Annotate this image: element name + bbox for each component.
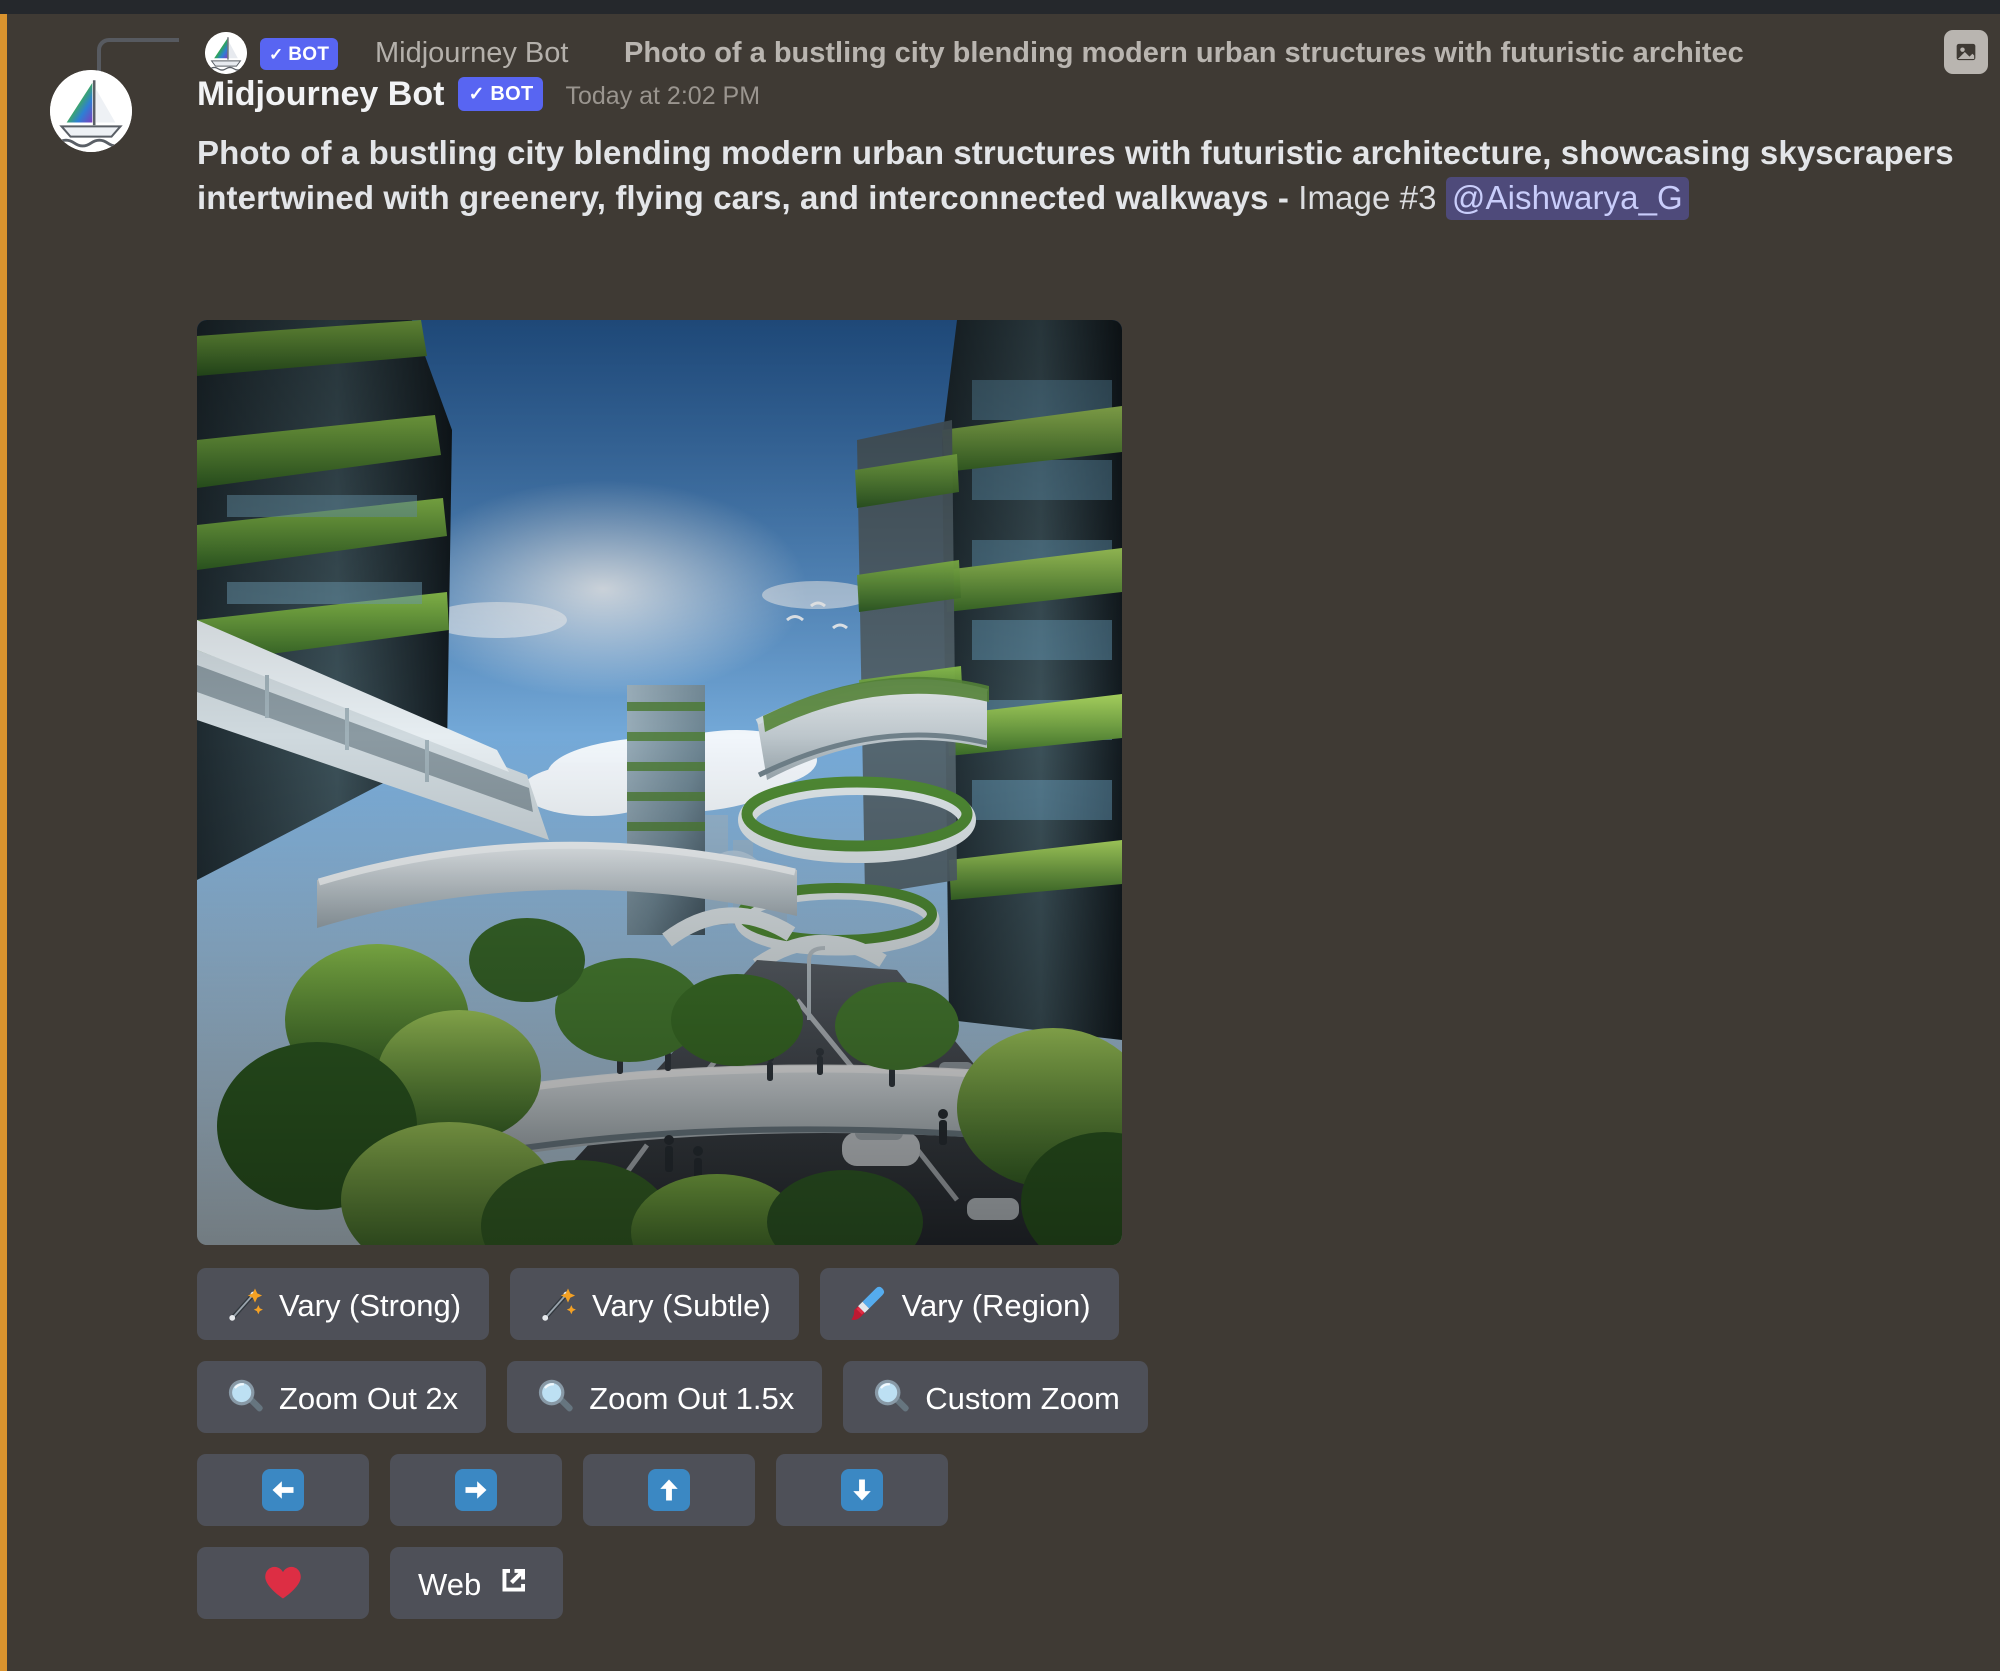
magic-wand-icon — [225, 1284, 265, 1324]
user-mention[interactable]: @Aishwarya_G — [1445, 177, 1689, 220]
zoom-out-1-5x-label: Zoom Out 1.5x — [589, 1380, 795, 1416]
arrow-left-icon — [262, 1469, 304, 1511]
verified-check-icon: ✓ — [269, 44, 284, 64]
pan-down-button[interactable] — [776, 1454, 948, 1526]
vary-region-button[interactable]: Vary (Region) — [819, 1268, 1119, 1340]
arrow-up-icon — [648, 1469, 690, 1511]
window-top-strip — [0, 0, 2000, 14]
web-label: Web — [418, 1566, 482, 1602]
author-name[interactable]: Midjourney Bot — [197, 77, 444, 111]
message-timestamp: Today at 2:02 PM — [565, 81, 761, 110]
vary-subtle-button[interactable]: Vary (Subtle) — [510, 1268, 799, 1340]
reply-avatar — [205, 32, 247, 74]
bot-badge-label: BOT — [490, 83, 534, 105]
vary-strong-label: Vary (Strong) — [279, 1287, 462, 1323]
vary-strong-button[interactable]: Vary (Strong) — [197, 1268, 490, 1340]
zoom-out-1-5x-button[interactable]: Zoom Out 1.5x — [507, 1361, 823, 1433]
message-text: Photo of a bustling city blending modern… — [197, 130, 1957, 220]
zoom-out-2x-button[interactable]: Zoom Out 2x — [197, 1361, 487, 1433]
magic-wand-icon — [538, 1284, 578, 1324]
left-accent-bar — [0, 14, 7, 1671]
reply-bot-badge-label: BOT — [288, 43, 330, 65]
pan-right-button[interactable] — [390, 1454, 562, 1526]
message-components: Vary (Strong) Vary (Subtle) Vary (Region… — [197, 1268, 1697, 1640]
zoom-out-2x-label: Zoom Out 2x — [279, 1380, 459, 1416]
favorite-button[interactable] — [197, 1547, 369, 1619]
magnifying-glass-icon — [225, 1377, 265, 1417]
reply-context[interactable]: ✓ BOT Midjourney Bot Photo of a bustling… — [7, 14, 2000, 82]
avatar[interactable] — [50, 70, 132, 152]
vary-subtle-label: Vary (Subtle) — [592, 1287, 771, 1323]
external-link-icon — [495, 1563, 535, 1603]
magnifying-glass-icon — [871, 1377, 911, 1417]
message-text-line-3: Image #3 — [1298, 179, 1437, 216]
pan-up-button[interactable] — [583, 1454, 755, 1526]
message-header: Midjourney Bot ✓ BOT Today at 2:02 PM — [197, 70, 1997, 118]
custom-zoom-button[interactable]: Custom Zoom — [843, 1361, 1148, 1433]
magnifying-glass-icon — [535, 1377, 575, 1417]
custom-zoom-label: Custom Zoom — [925, 1380, 1120, 1416]
heart-icon — [263, 1563, 303, 1603]
component-row-4: Web — [197, 1547, 1697, 1619]
pan-left-button[interactable] — [197, 1454, 369, 1526]
message-text-line-1: Photo of a bustling city blending modern… — [197, 134, 1552, 171]
generated-image-attachment[interactable] — [197, 320, 1122, 1245]
paintbrush-icon — [848, 1284, 888, 1324]
component-row-1: Vary (Strong) Vary (Subtle) Vary (Region… — [197, 1268, 1697, 1340]
component-row-3 — [197, 1454, 1697, 1526]
image-attachment-icon — [1944, 30, 1988, 74]
discord-message-view: ✓ BOT Midjourney Bot Photo of a bustling… — [0, 0, 2000, 1671]
message-body: Midjourney Bot ✓ BOT Today at 2:02 PM Ph… — [197, 70, 1997, 220]
reply-author-name[interactable]: Midjourney Bot — [375, 37, 568, 70]
component-row-2: Zoom Out 2x Zoom Out 1.5x Custom Zoom — [197, 1361, 1697, 1433]
vary-region-label: Vary (Region) — [901, 1287, 1091, 1323]
reply-bot-badge: ✓ BOT — [260, 38, 339, 70]
arrow-down-icon — [841, 1469, 883, 1511]
reply-preview-text[interactable]: Photo of a bustling city blending modern… — [624, 37, 1744, 70]
arrow-right-icon — [455, 1469, 497, 1511]
verified-check-icon: ✓ — [468, 83, 485, 105]
web-button[interactable]: Web — [390, 1547, 564, 1619]
bot-badge: ✓ BOT — [458, 77, 544, 111]
